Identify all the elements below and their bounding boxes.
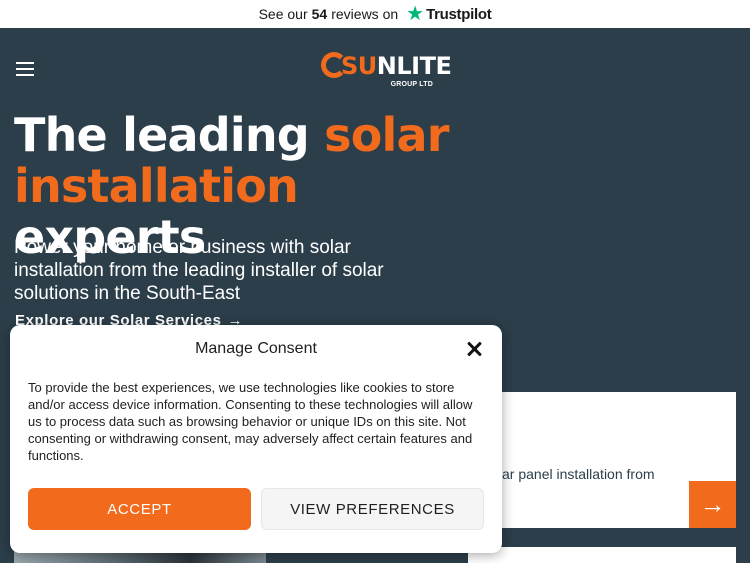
reviews-prefix: See our: [258, 6, 308, 22]
arrow-right-icon[interactable]: →: [689, 481, 736, 528]
trustpilot-logo: Trustpilot: [426, 5, 492, 23]
logo-wordmark: SUNLITE: [341, 52, 452, 80]
trustpilot-bar[interactable]: See our 54 reviews on ★ Trustpilot: [0, 0, 750, 28]
menu-icon[interactable]: [16, 62, 34, 76]
accept-button[interactable]: ACCEPT: [28, 488, 251, 530]
consent-dialog: Manage Consent To provide the best exper…: [10, 325, 502, 553]
hero-subtext: Power your home or business with solar i…: [14, 237, 384, 304]
site-logo[interactable]: SUNLITE GROUP LTD: [321, 52, 452, 92]
service-card-2: [468, 547, 736, 563]
reviews-count: 54: [311, 6, 328, 22]
reviews-suffix: reviews on: [331, 6, 399, 22]
view-preferences-button[interactable]: VIEW PREFERENCES: [261, 488, 484, 530]
service-card: ar panel installation from →: [468, 392, 736, 528]
close-icon[interactable]: [464, 339, 484, 359]
consent-body: To provide the best experiences, we use …: [28, 380, 473, 463]
service-card-text: ar panel installation from: [502, 466, 655, 482]
consent-title: Manage Consent: [195, 340, 317, 357]
logo-subtitle: GROUP LTD: [390, 81, 433, 88]
star-icon: ★: [406, 3, 425, 25]
